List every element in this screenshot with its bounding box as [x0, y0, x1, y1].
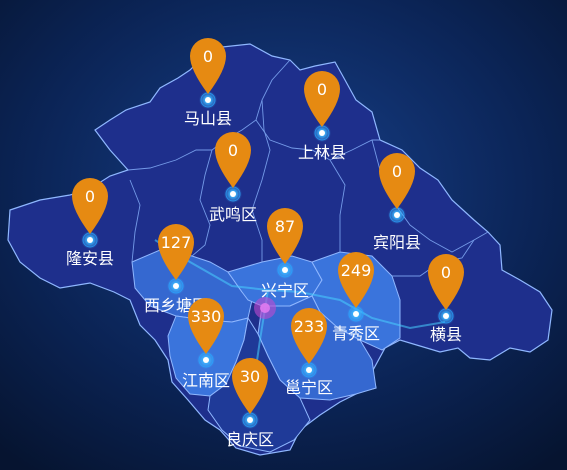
district-name-label: 马山县: [184, 109, 232, 128]
district-name-label: 青秀区: [332, 324, 380, 343]
district-name-label: 江南区: [182, 371, 230, 390]
district-value-label: 0: [203, 47, 213, 66]
district-value-label: 330: [191, 307, 222, 326]
district-name-label: 上林县: [298, 143, 346, 162]
district-name-label: 宾阳县: [373, 233, 421, 252]
district-value-label: 0: [85, 187, 95, 206]
district-name-label: 隆安县: [66, 249, 114, 268]
nanning-district-map: 马山县0上林县0武鸣区0宾阳县0隆安县0西乡塘区127兴宁区87青秀区249横县…: [0, 0, 567, 470]
district-value-label: 0: [228, 141, 238, 160]
district-value-label: 87: [275, 217, 295, 236]
district-value-label: 0: [392, 162, 402, 181]
district-value-label: 0: [317, 80, 327, 99]
district-name-label: 横县: [430, 325, 462, 344]
district-value-label: 30: [240, 367, 260, 386]
district-name-label: 良庆区: [226, 430, 274, 449]
district-name-label: 兴宁区: [261, 281, 309, 300]
district-name-label: 邕宁区: [285, 378, 333, 397]
district-name-label: 武鸣区: [209, 205, 257, 224]
district-value-label: 127: [161, 233, 192, 252]
district-value-label: 0: [441, 263, 451, 282]
district-value-label: 233: [294, 317, 325, 336]
district-value-label: 249: [341, 261, 372, 280]
